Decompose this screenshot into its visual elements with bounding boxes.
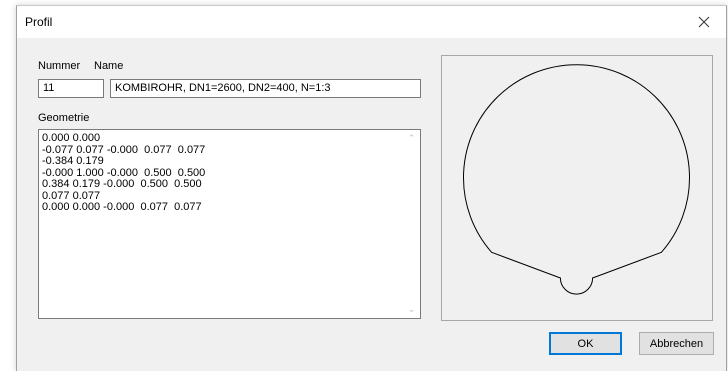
window-title: Profil bbox=[25, 15, 53, 29]
scroll-up-arrow-icon[interactable]: ⌃ bbox=[403, 130, 420, 147]
geometrie-textarea[interactable]: 0.000 0.000 -0.077 0.077 -0.000 0.077 0.0… bbox=[38, 129, 421, 319]
name-field[interactable]: KOMBIROHR, DN1=2600, DN2=400, N=1:3 bbox=[110, 79, 421, 98]
close-icon bbox=[698, 16, 710, 28]
nummer-label: Nummer bbox=[38, 60, 81, 72]
title-bar[interactable]: Profil bbox=[17, 6, 726, 38]
geometrie-scrollbar[interactable]: ⌃ ⌄ bbox=[403, 130, 420, 318]
profile-preview bbox=[441, 55, 713, 321]
geometrie-label: Geometrie bbox=[38, 112, 90, 124]
profil-dialog: Profil Nummer Name 11 KOMBIROHR, DN1=260… bbox=[16, 5, 727, 371]
nummer-field[interactable]: 11 bbox=[38, 79, 104, 98]
close-button[interactable] bbox=[682, 6, 726, 38]
geometrie-line: 0.000 0.000 bbox=[42, 132, 101, 144]
geometrie-line: 0.384 0.179 -0.000 0.500 0.500 bbox=[42, 178, 202, 190]
geometrie-content: 0.000 0.000 -0.077 0.077 -0.000 0.077 0.0… bbox=[42, 132, 402, 214]
geometrie-line: 0.000 0.000 -0.000 0.077 0.077 bbox=[42, 201, 202, 213]
ok-button[interactable]: OK bbox=[549, 332, 622, 355]
cancel-button[interactable]: Abbrechen bbox=[639, 332, 714, 355]
geometrie-line: -0.384 0.179 bbox=[42, 155, 104, 167]
profile-outline bbox=[463, 64, 690, 295]
scroll-down-arrow-icon[interactable]: ⌄ bbox=[403, 301, 420, 318]
profile-shape bbox=[463, 64, 690, 295]
name-label: Name bbox=[94, 60, 124, 72]
